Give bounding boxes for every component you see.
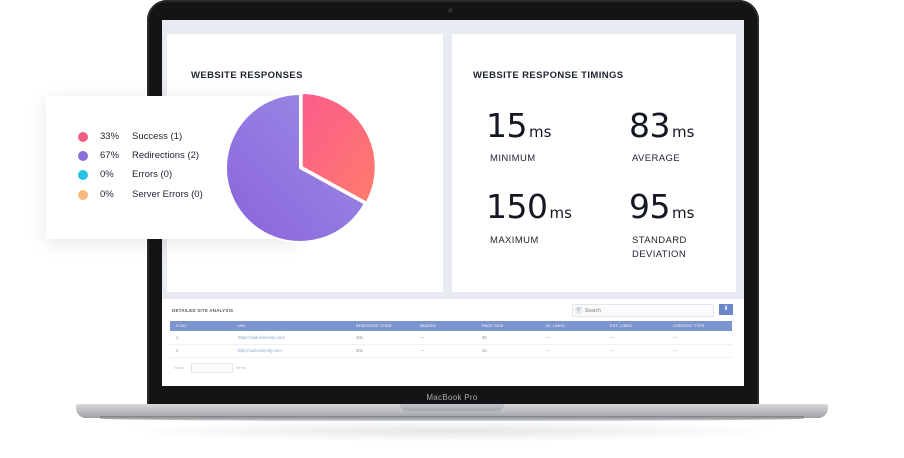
legend-pct: 0% — [100, 189, 114, 200]
maximum-value: 150 — [486, 187, 548, 226]
average-unit: ms — [672, 123, 695, 141]
cell-ctype: — — [673, 335, 678, 340]
stddev-label-line1: STANDARD — [632, 235, 687, 246]
col-url[interactable]: URL — [238, 321, 246, 331]
site-analysis-title: DETAILED SITE ANALYSIS — [172, 308, 234, 313]
col-ext-links[interactable]: EXT. LINKS — [610, 321, 632, 331]
download-icon: ⬇ — [723, 306, 729, 312]
col-images[interactable]: IMAGES — [420, 321, 436, 331]
site-analysis-panel: DETAILED SITE ANALYSIS ⚲ ⬇ S.NO. URL RES… — [162, 299, 744, 386]
search-icon[interactable]: ⚲ — [575, 307, 582, 314]
cell-ctype: — — [673, 348, 678, 353]
average-value: 83 — [629, 106, 671, 145]
cell-size: 95 — [482, 335, 487, 340]
laptop-shadow — [120, 420, 784, 442]
search-box: ⚲ — [572, 304, 714, 317]
timings-title: WEBSITE RESPONSE TIMINGS — [473, 70, 624, 81]
legend-label: Errors (0) — [132, 169, 173, 180]
device-brand-label: MacBook Pro — [426, 393, 478, 402]
download-button[interactable]: ⬇ — [719, 304, 733, 315]
stddev-unit: ms — [672, 204, 695, 222]
search-input[interactable] — [585, 305, 711, 316]
cell-images: — — [420, 335, 425, 340]
average-label: AVERAGE — [632, 153, 681, 164]
cell-images: — — [420, 348, 425, 353]
average-metric: 83 ms — [629, 106, 694, 145]
stddev-metric: 95 ms — [629, 187, 694, 226]
minimum-label: MINIMUM — [490, 153, 536, 164]
cell-sno: 1 — [176, 335, 179, 340]
legend-pct: 67% — [100, 150, 120, 161]
cell-inlinks: — — [546, 335, 551, 340]
maximum-label: MAXIMUM — [490, 235, 539, 246]
maximum-metric: 150 ms — [486, 187, 572, 226]
col-content-type[interactable]: CONTENT TYPE — [673, 321, 705, 331]
cell-url-link[interactable]: https://zaduniversity.com/ — [238, 332, 285, 344]
pager: Show Items — [174, 363, 246, 373]
col-page-size[interactable]: PAGE SIZE — [482, 321, 504, 331]
timings-panel: WEBSITE RESPONSE TIMINGS 15 ms MINIMUM 83… — [452, 34, 736, 292]
col-sno[interactable]: S.NO. — [176, 321, 187, 331]
legend-dot — [78, 151, 88, 161]
pager-entries-label: Items — [236, 365, 246, 370]
cell-sno: 2 — [176, 348, 179, 353]
maximum-unit: ms — [549, 204, 572, 222]
table-row: 2 http://zaduniversity.com 301 — 15 — — … — [170, 345, 732, 358]
cell-code: 301 — [356, 335, 363, 340]
cell-size: 15 — [482, 348, 487, 353]
legend-dot — [78, 132, 88, 142]
cell-extlinks: — — [610, 335, 615, 340]
legend-label: Redirections (2) — [132, 150, 200, 161]
cell-inlinks: — — [546, 348, 551, 353]
stddev-label-line2: DEVIATION — [632, 249, 687, 260]
legend-label: Server Errors (0) — [132, 189, 203, 200]
legend-pct: 33% — [100, 131, 120, 142]
minimum-value: 15 — [486, 106, 528, 145]
minimum-metric: 15 ms — [486, 106, 551, 145]
laptop-notch — [400, 404, 504, 411]
legend-label: Success (1) — [132, 131, 183, 142]
responses-pie-chart — [225, 92, 376, 243]
stddev-value: 95 — [629, 187, 671, 226]
responses-title: WEBSITE RESPONSES — [191, 70, 303, 81]
laptop-base-edge — [100, 416, 804, 421]
legend-dot — [78, 190, 88, 200]
pager-show-label: Show — [174, 365, 185, 370]
cell-url-link[interactable]: http://zaduniversity.com — [238, 345, 282, 357]
table-row: 1 https://zaduniversity.com/ 301 — 95 — … — [170, 332, 732, 345]
camera-dot — [448, 8, 453, 13]
stddev-label: STANDARD DEVIATION — [632, 234, 687, 262]
cell-extlinks: — — [610, 348, 615, 353]
table-header: S.NO. URL RESPONSE CODE IMAGES PAGE SIZE… — [170, 321, 732, 331]
legend-dot — [78, 170, 88, 180]
col-in-links[interactable]: IN. LINKS — [546, 321, 565, 331]
cell-code: 301 — [356, 348, 363, 353]
page-size-select[interactable] — [191, 363, 233, 373]
minimum-unit: ms — [529, 123, 552, 141]
legend-pct: 0% — [100, 169, 114, 180]
col-response-code[interactable]: RESPONSE CODE — [356, 321, 392, 331]
